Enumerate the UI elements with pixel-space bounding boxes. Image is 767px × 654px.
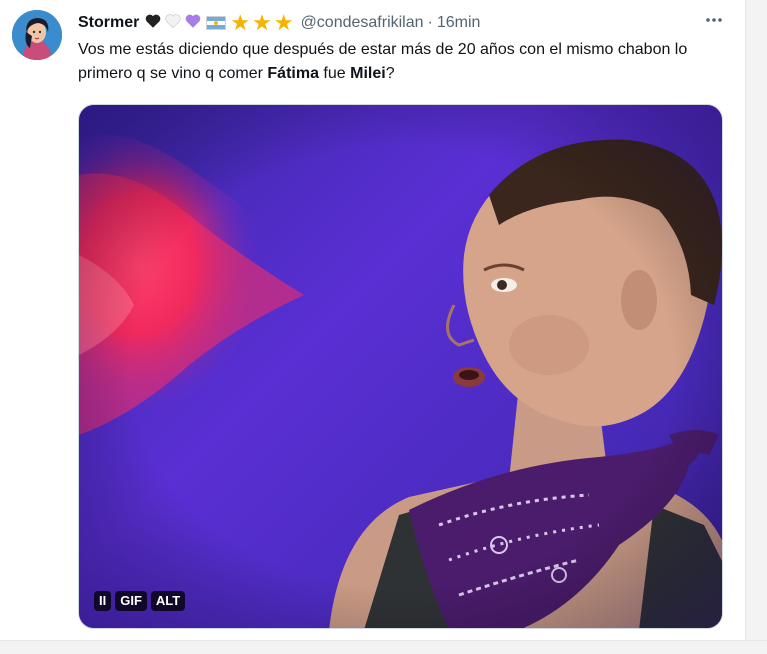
gif-badge: GIF (115, 591, 147, 611)
tweet-text-part: ? (385, 65, 395, 82)
display-name[interactable]: Stormer (78, 14, 139, 32)
gif-frame (79, 105, 722, 628)
alt-text-button[interactable]: ALT (150, 591, 186, 611)
tweet-card[interactable]: Stormer ★ ★ ★ @condesafrikilan · 16min V… (0, 0, 745, 640)
purple-heart-icon (184, 12, 202, 35)
gif-controls: II GIF ALT (94, 591, 186, 611)
pause-button[interactable]: II (94, 591, 112, 611)
tweet-text-part: fue (318, 65, 351, 82)
tweet-text-bold: Milei (350, 65, 386, 82)
avatar-illustration (12, 10, 62, 60)
gif-media[interactable] (78, 104, 723, 629)
tweet-header: Stormer ★ ★ ★ @condesafrikilan · 16min (78, 12, 480, 34)
page-right-margin (745, 0, 767, 653)
black-heart-icon (144, 12, 162, 35)
more-options-icon[interactable] (702, 8, 726, 32)
tweet-text-bold: Fátima (267, 65, 319, 82)
star-icon: ★ (230, 10, 251, 35)
user-handle[interactable]: @condesafrikilan (301, 14, 424, 32)
white-heart-icon (164, 12, 182, 35)
avatar[interactable] (12, 10, 62, 60)
star-icon: ★ (252, 10, 272, 35)
timestamp[interactable]: 16min (437, 14, 481, 32)
separator-dot: · (427, 14, 433, 31)
star-icon: ★ (273, 10, 294, 35)
argentina-flag-icon (206, 16, 227, 30)
tweet-text: Vos me estás diciendo que después de est… (78, 38, 728, 86)
page-bottom-margin (0, 640, 767, 654)
